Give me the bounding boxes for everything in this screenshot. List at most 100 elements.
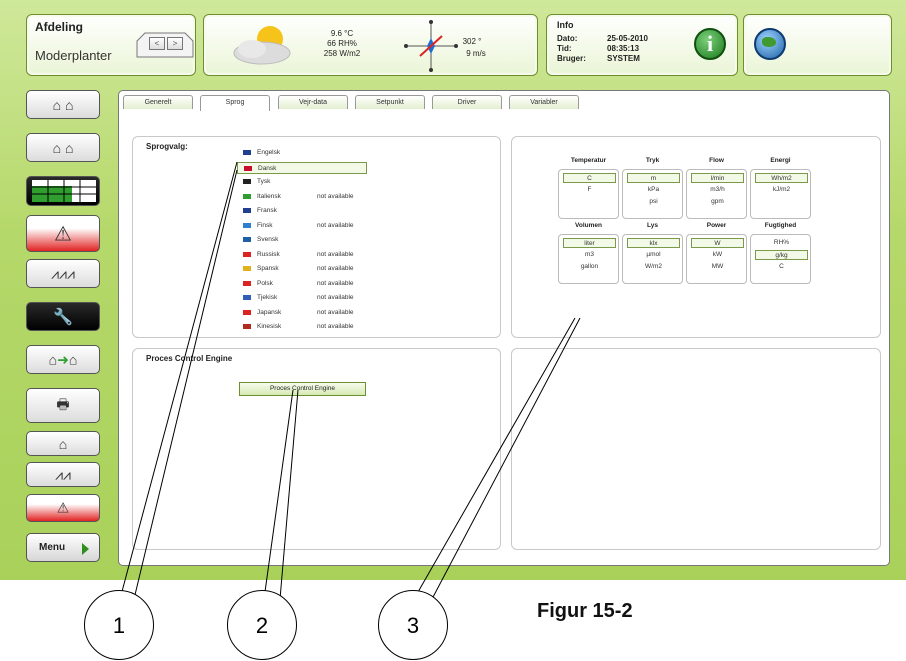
- wind-direction: 302 °: [462, 37, 482, 46]
- sidebar-houses-button[interactable]: ⌂ ⌂: [26, 90, 100, 119]
- department-selector: < >: [135, 29, 195, 59]
- tab-variabler[interactable]: Variabler: [509, 95, 579, 109]
- language-option[interactable]: Russisk not available: [243, 249, 367, 261]
- language-option[interactable]: Polsk not available: [243, 278, 367, 290]
- greenhouse-icon: [136, 32, 194, 58]
- unit-option[interactable]: liter: [563, 238, 616, 248]
- figure-caption: Figur 15-2: [537, 600, 633, 622]
- flag-icon: [243, 251, 251, 257]
- transfer-houses-icon: ⌂➜⌂: [48, 351, 78, 367]
- tab-generelt[interactable]: Generelt: [123, 95, 193, 109]
- language-option[interactable]: Fransk: [243, 205, 367, 217]
- table-grid-icon: [32, 180, 96, 202]
- language-status: not available: [317, 294, 354, 301]
- sidebar-houses-alt-button[interactable]: ⌂ ⌂: [26, 133, 100, 162]
- sidebar-house-chart-button[interactable]: ⌂: [26, 431, 100, 456]
- unit-option[interactable]: klx: [627, 238, 680, 248]
- unit-group: CF: [558, 169, 619, 219]
- proces-control-engine-button[interactable]: Proces Control Engine: [239, 382, 366, 396]
- flag-icon: [243, 208, 251, 213]
- language-status: not available: [317, 308, 354, 316]
- unit-option[interactable]: Wh/m2: [755, 173, 808, 183]
- unit-group: WkW MW: [686, 234, 747, 284]
- unit-group: liter m3 gallon: [558, 234, 619, 284]
- unit-option[interactable]: C: [563, 173, 616, 183]
- sidebar-transfer-button[interactable]: ⌂➜⌂: [26, 345, 100, 374]
- unit-option[interactable]: W: [691, 238, 744, 248]
- unit-option[interactable]: kW: [691, 250, 744, 260]
- language-option[interactable]: Svensk: [243, 234, 367, 246]
- menu-button[interactable]: Menu: [26, 533, 100, 562]
- language-option[interactable]: Dansk: [237, 161, 367, 174]
- language-name: Japansk: [257, 308, 282, 316]
- language-option[interactable]: Engelsk: [243, 147, 367, 159]
- language-name: Spansk: [257, 265, 279, 272]
- date-label: Dato:: [557, 34, 578, 43]
- unit-option[interactable]: W/m2: [627, 262, 680, 272]
- unit-option[interactable]: psi: [627, 197, 680, 207]
- tab-sprog[interactable]: Sprog: [200, 95, 270, 111]
- sidebar-alarm-button[interactable]: ⚠: [26, 215, 100, 252]
- tab-vejr-data[interactable]: Vejr-data: [278, 95, 348, 109]
- unit-group: klx µmol W/m2: [622, 234, 683, 284]
- unit-option[interactable]: kPa: [627, 185, 680, 195]
- flag-icon: [243, 222, 251, 228]
- language-option[interactable]: Italiensk not available: [243, 191, 367, 203]
- globe-icon[interactable]: [754, 28, 786, 60]
- unit-option[interactable]: kJ/m2: [755, 185, 808, 195]
- language-name: Svensk: [257, 236, 279, 243]
- unit-group: Wh/m2 kJ/m2: [750, 169, 811, 219]
- language-name: Finsk: [257, 221, 273, 229]
- unit-option[interactable]: µmol: [627, 250, 680, 260]
- unit-option[interactable]: RH%: [755, 238, 808, 248]
- tab-driver[interactable]: Driver: [432, 95, 502, 109]
- unit-option[interactable]: gpm: [691, 197, 744, 207]
- sidebar-small-alarm-button[interactable]: ⚠: [26, 494, 100, 522]
- unit-option[interactable]: F: [563, 185, 616, 195]
- solar-radiation: 258 W/m2: [323, 49, 361, 58]
- language-option[interactable]: Tysk: [243, 176, 367, 188]
- flag-icon: [243, 324, 251, 329]
- language-option[interactable]: Kinesisk not available: [243, 321, 367, 333]
- language-name: Tysk: [257, 178, 271, 185]
- info-icon[interactable]: i: [694, 28, 726, 60]
- unit-group-title: Power: [706, 222, 727, 229]
- unit-option[interactable]: g/kg: [755, 250, 808, 260]
- previous-department-button[interactable]: <: [149, 37, 165, 50]
- tab-setpunkt[interactable]: Setpunkt: [355, 95, 425, 109]
- language-option[interactable]: Finsk not available: [243, 220, 367, 232]
- language-panel-title: Sprogvalg:: [146, 142, 188, 151]
- sidebar-print-button[interactable]: 🖶: [26, 388, 100, 423]
- language-name: Polsk: [257, 279, 273, 287]
- wind-speed: 9 m/s: [466, 49, 486, 58]
- language-status: not available: [317, 279, 354, 287]
- sidebar-graph-button[interactable]: ⩘⩘⩘: [26, 259, 100, 288]
- two-greenhouses-icon: ⌂ ⌂: [52, 139, 74, 156]
- sidebar-overview-button[interactable]: [26, 176, 100, 206]
- language-option[interactable]: Japansk not available: [243, 307, 367, 319]
- unit-option[interactable]: m: [627, 173, 680, 183]
- language-option[interactable]: Spansk not available: [243, 263, 367, 275]
- language-option[interactable]: Tjekisk not available: [243, 292, 367, 304]
- empty-panel: [511, 348, 881, 550]
- weather-box: 9.6 °C 66 RH% 258 W/m2 302 ° 9 m/s: [203, 14, 538, 76]
- house-chart-icon: ⌂: [58, 435, 68, 452]
- unit-option[interactable]: MW: [691, 262, 744, 272]
- language-status: not available: [317, 265, 354, 272]
- weather-cloud-sun-icon: [233, 26, 291, 65]
- wind-compass-icon: [404, 20, 458, 72]
- callout-3: 3: [378, 590, 448, 660]
- unit-option[interactable]: gallon: [563, 262, 616, 272]
- sidebar-small-graph-button[interactable]: ⩘⩘: [26, 462, 100, 487]
- unit-group-title: Temperatur: [570, 157, 607, 164]
- department-label: Afdeling: [35, 20, 83, 34]
- user-label: Bruger:: [557, 54, 586, 63]
- unit-option[interactable]: l/min: [691, 173, 744, 183]
- flag-icon: [243, 309, 251, 315]
- unit-option[interactable]: m3: [563, 250, 616, 260]
- unit-option[interactable]: C: [755, 262, 808, 272]
- unit-option[interactable]: m3/h: [691, 185, 744, 195]
- department-value: Moderplanter: [35, 48, 112, 63]
- next-department-button[interactable]: >: [167, 37, 183, 50]
- sidebar-settings-button[interactable]: 🔧: [26, 302, 100, 331]
